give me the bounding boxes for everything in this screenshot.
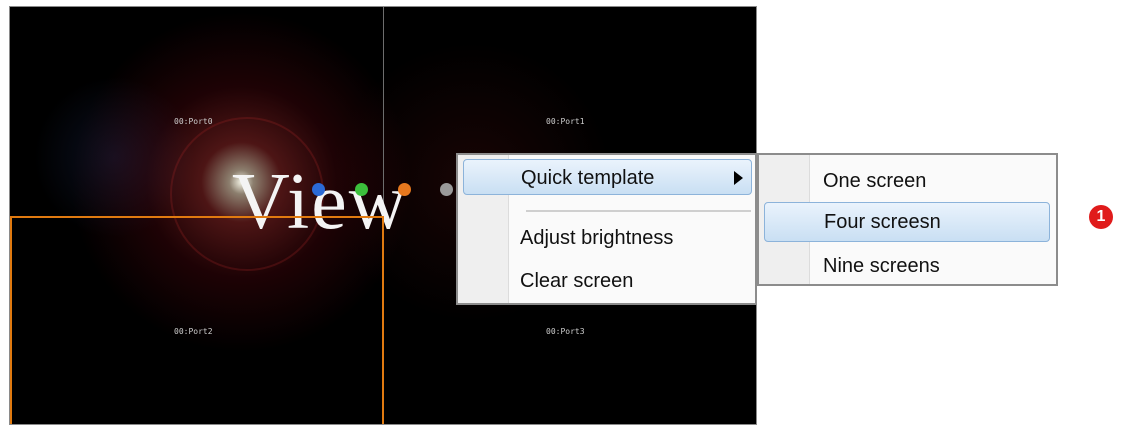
menu-item-quick-template[interactable]: Quick template (463, 159, 752, 195)
menu-item-label: Quick template (521, 167, 655, 189)
logo-dot-gray (440, 183, 453, 196)
submenu-item-nine-screens[interactable]: Nine screens (759, 248, 1056, 284)
menu-separator (526, 210, 751, 212)
logo-dot-orange (398, 183, 411, 196)
port-label-0: 00:Port0 (174, 117, 213, 126)
menu-item-clear-screen[interactable]: Clear screen (458, 263, 755, 299)
menu-item-label: Adjust brightness (520, 227, 674, 249)
logo-dot-green (355, 183, 368, 196)
logo-dot-blue (312, 183, 325, 196)
submenu-item-four-screens[interactable]: Four screesn (764, 202, 1050, 242)
menu-item-adjust-brightness[interactable]: Adjust brightness (458, 220, 755, 256)
context-menu: Quick template Adjust brightness Clear s… (456, 153, 757, 305)
submenu-item-label: Nine screens (823, 255, 940, 277)
submenu-arrow-icon (734, 171, 743, 185)
selected-region-frame[interactable] (10, 216, 384, 424)
submenu-item-label: Four screesn (824, 211, 941, 233)
port-label-1: 00:Port1 (546, 117, 585, 126)
submenu-item-one-screen[interactable]: One screen (759, 163, 1056, 199)
port-label-3: 00:Port3 (546, 327, 585, 336)
step-callout-badge: 1 (1089, 205, 1113, 229)
submenu-item-label: One screen (823, 170, 927, 192)
menu-item-label: Clear screen (520, 270, 634, 292)
quick-template-submenu: One screen Four screesn Nine screens (757, 153, 1058, 286)
